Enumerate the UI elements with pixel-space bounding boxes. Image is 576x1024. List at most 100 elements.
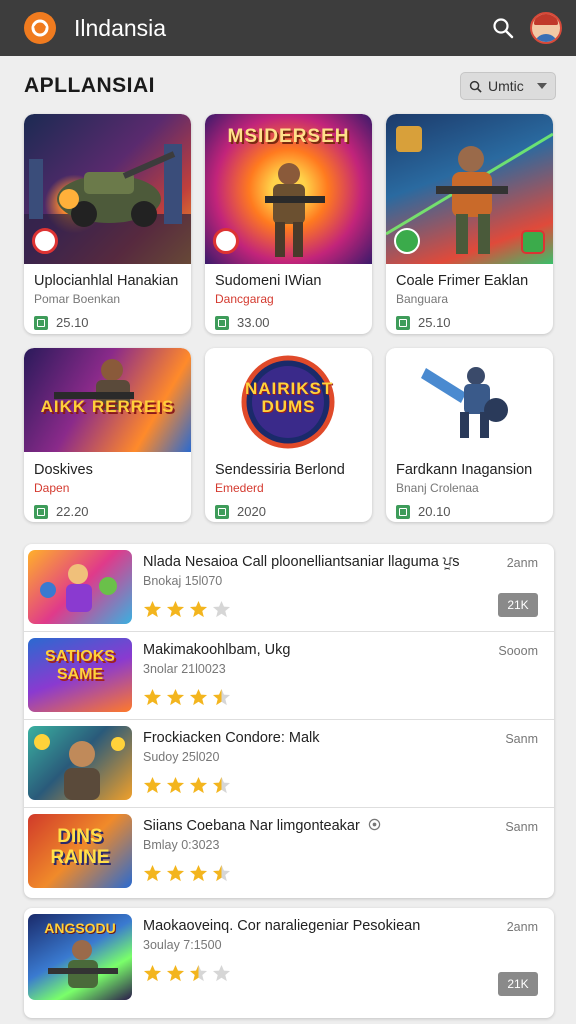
app-list: Nlada Nesaioa Call ploonelliantsaniar ll… xyxy=(24,544,554,898)
card-stat-value: 25.10 xyxy=(56,315,89,330)
poster-text: AIKK RERREIS xyxy=(40,397,175,416)
list-thumbnail: SATIOKS SAME xyxy=(28,638,132,712)
list-item-title: Maokaoveinq. Cor naraliegeniar Pesokiean xyxy=(143,918,421,934)
list-item-subtitle: 3nolar 21l0023 xyxy=(143,662,226,676)
download-icon xyxy=(396,504,410,519)
app-logo-icon[interactable] xyxy=(24,12,56,44)
featured-card[interactable]: AIKK RERREIS Doskives Dapen 22.20 xyxy=(24,348,191,522)
list-item-time: 2anm xyxy=(506,920,538,934)
star-icon xyxy=(189,864,208,882)
featured-card[interactable]: NAIRIKST DUMS Sendessiria Berlond Emeder… xyxy=(205,348,372,522)
search-icon xyxy=(469,80,482,93)
rating-stars xyxy=(143,776,231,795)
card-title: Coale Frimer Eaklan xyxy=(396,273,529,289)
list-item-title-text: Siians Coebana Nar limgonteakar xyxy=(143,818,360,834)
card-artwork: MSIDERSEH xyxy=(205,114,372,264)
star-icon xyxy=(212,600,231,618)
star-icon xyxy=(166,964,185,982)
featured-card[interactable]: Coale Frimer Eaklan Banguara 25.10 xyxy=(386,114,553,334)
card-subtitle: Emederd xyxy=(215,481,264,495)
chevron-down-icon xyxy=(537,83,547,89)
poster-text: NAIRIKST DUMS xyxy=(245,379,334,416)
user-avatar-icon[interactable] xyxy=(530,12,562,44)
star-icon xyxy=(212,864,231,882)
star-icon xyxy=(143,600,162,618)
app-list: ANGSODU Maokaoveinq. Cor naraliegeniar P… xyxy=(24,908,554,1018)
filter-dropdown[interactable]: Umtic xyxy=(460,72,556,100)
featured-grid: Uplocianhlal Hanakian Pomar Boenkan 25.1… xyxy=(24,114,554,522)
rating-stars xyxy=(143,600,231,619)
list-item-title: Makimakoohlbam, Ukg xyxy=(143,642,291,658)
download-icon xyxy=(34,504,48,519)
list-item[interactable]: Frockiacken Condore: Malk Sudoy 25l020 S… xyxy=(24,720,554,808)
card-download-stat: 2020 xyxy=(205,495,372,519)
star-icon xyxy=(143,688,162,706)
list-item-time: 2anm xyxy=(506,556,538,570)
search-button[interactable] xyxy=(486,11,520,45)
card-stat-value: 33.00 xyxy=(237,315,270,330)
info-circle-icon xyxy=(368,818,381,831)
app-badge-icon xyxy=(521,230,545,254)
list-thumbnail xyxy=(28,726,132,800)
list-item-title: Siians Coebana Nar limgonteakar xyxy=(143,818,488,834)
featured-card[interactable]: MSIDERSEH Sudomeni IWian Dancgarag 33.00 xyxy=(205,114,372,334)
card-title: Sudomeni IWian xyxy=(215,273,322,289)
list-item[interactable]: SATIOKS SAME Makimakoohlbam, Ukg 3nolar … xyxy=(24,632,554,720)
star-icon xyxy=(166,864,185,882)
swirl-icon xyxy=(31,19,49,37)
star-icon xyxy=(189,600,208,618)
featured-card[interactable]: Fardkann Inagansion Bnanj Crolenaa 20.10 xyxy=(386,348,553,522)
list-item-subtitle: Bnokaj 15l070 xyxy=(143,574,223,588)
star-icon xyxy=(143,776,162,794)
thumbnail-text: DINS RAINE xyxy=(50,826,110,868)
search-icon xyxy=(493,18,514,39)
card-subtitle: Bnanj Crolenaa xyxy=(396,481,479,495)
download-icon xyxy=(215,504,229,519)
card-subtitle: Dapen xyxy=(34,481,70,495)
list-item[interactable]: DINS RAINE Siians Coebana Nar limgonteak… xyxy=(24,808,554,896)
card-download-stat: 22.20 xyxy=(24,495,191,519)
card-artwork: NAIRIKST DUMS xyxy=(205,348,372,452)
top-app-bar: Ilndansia xyxy=(0,0,576,56)
list-item[interactable]: Nlada Nesaioa Call ploonelliantsaniar ll… xyxy=(24,544,554,632)
card-subtitle: Dancgarag xyxy=(215,292,274,306)
list-item-title: Nlada Nesaioa Call ploonelliantsaniar ll… xyxy=(143,554,460,570)
card-title: Fardkann Inagansion xyxy=(396,462,533,478)
list-item-time: Sanm xyxy=(505,820,538,834)
card-artwork xyxy=(386,348,553,452)
card-subtitle: Banguara xyxy=(396,292,449,306)
list-thumbnail: ANGSODU xyxy=(28,914,132,1000)
rating-stars xyxy=(143,964,231,983)
size-badge[interactable]: 21K xyxy=(498,972,538,996)
star-icon xyxy=(166,600,185,618)
featured-card[interactable]: Uplocianhlal Hanakian Pomar Boenkan 25.1… xyxy=(24,114,191,334)
publisher-badge-icon xyxy=(32,228,58,254)
card-download-stat: 33.00 xyxy=(205,306,372,330)
card-stat-value: 2020 xyxy=(237,504,266,519)
filter-label: Umtic xyxy=(488,78,524,94)
list-item-subtitle: Sudoy 25l020 xyxy=(143,750,220,764)
publisher-badge-icon xyxy=(394,228,420,254)
star-icon xyxy=(166,776,185,794)
list-item-time: Sooom xyxy=(498,644,538,658)
card-title: Doskives xyxy=(34,462,93,478)
card-stat-value: 25.10 xyxy=(418,315,451,330)
star-icon xyxy=(212,688,231,706)
card-artwork xyxy=(386,114,553,264)
section-title: APLLANSIAI xyxy=(24,74,155,97)
app-title: Ilndansia xyxy=(74,14,167,41)
list-item-subtitle: Bmlay 0:3023 xyxy=(143,838,220,852)
section-header: APLLANSIAI Umtic xyxy=(0,56,576,116)
card-title: Sendessiria Berlond xyxy=(215,462,345,478)
card-artwork: AIKK RERREIS xyxy=(24,348,191,452)
list-item-time: Sanm xyxy=(505,732,538,746)
star-icon xyxy=(212,964,231,982)
card-download-stat: 25.10 xyxy=(24,306,191,330)
star-icon xyxy=(189,688,208,706)
star-icon xyxy=(143,964,162,982)
size-badge[interactable]: 21K xyxy=(498,593,538,617)
download-icon xyxy=(396,315,410,330)
list-item-title: Frockiacken Condore: Malk xyxy=(143,730,320,746)
star-icon xyxy=(189,776,208,794)
list-item[interactable]: ANGSODU Maokaoveinq. Cor naraliegeniar P… xyxy=(24,908,554,1018)
